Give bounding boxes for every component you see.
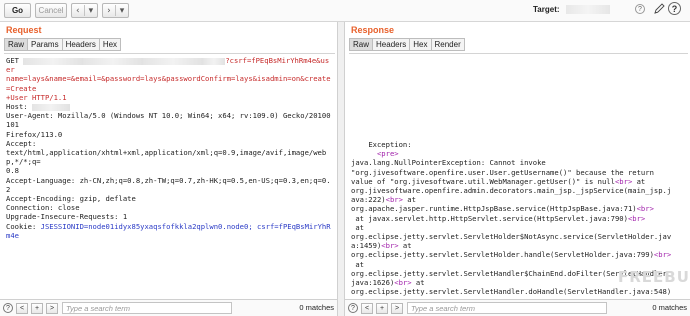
response-editor[interactable]: Exception: <pre> java.lang.NullPointerEx… (349, 53, 688, 298)
tab-hex[interactable]: Hex (410, 38, 432, 51)
response-tag: <br> (653, 250, 672, 260)
request-panel: Request Raw Params Headers Hex GET ?csrf… (0, 22, 338, 316)
response-line: at javax.servlet.http.HttpServlet.servic… (351, 213, 628, 223)
response-tag: <br> (381, 241, 399, 251)
response-tag: <br> (636, 204, 654, 214)
response-line: org.eclipse.jetty.servlet.ServletHandler… (351, 287, 672, 297)
response-search-input[interactable]: Type a search term (407, 302, 607, 314)
tab-render[interactable]: Render (431, 38, 465, 51)
upgrade-insecure-header: Upgrade-Insecure-Requests: 1 (6, 212, 128, 222)
tab-headers[interactable]: Headers (373, 38, 411, 51)
request-params: name=lays&name=&email=&password=lays&pas… (6, 74, 331, 93)
user-agent-header: User-Agent: Mozilla/5.0 (Windows NT 10.0… (6, 111, 331, 130)
response-line: org.apache.jasper.runtime.HttpJspBase.se… (351, 204, 637, 214)
request-line-method: GET (6, 56, 24, 65)
response-line: ava:222) (351, 195, 386, 205)
response-line: at (351, 259, 364, 269)
response-tag: <br> (614, 176, 633, 186)
back-arrow-icon[interactable]: ‹ (72, 6, 84, 16)
response-line: org.eclipse.jetty.servlet.ServletHolder$… (351, 232, 672, 242)
tab-params[interactable]: Params (28, 38, 63, 51)
response-line: org.eclipse.jetty.servlet.ServletHolder.… (351, 250, 654, 260)
response-line: org.jivesoftware.openfire.admin.decorato… (351, 186, 672, 196)
response-search-bar: ? < + > Type a search term 0 matches (345, 299, 690, 316)
response-line: Exception: (368, 140, 412, 149)
search-help-icon[interactable]: ? (3, 303, 13, 313)
response-tabs: Raw Headers Hex Render (349, 38, 465, 51)
tab-hex[interactable]: Hex (99, 38, 122, 51)
accept-encoding-header: Accept-Encoding: gzip, deflate (6, 194, 136, 204)
forward-nav-group[interactable]: › ▾ (102, 3, 130, 18)
response-tag: <pre> (376, 149, 399, 159)
search-prev-button[interactable]: < (16, 302, 28, 314)
response-line: at (411, 278, 425, 288)
response-match-count: 0 matches (652, 303, 687, 312)
request-search-input[interactable]: Type a search term (62, 302, 232, 314)
cookie-value: JSESSIONID=node01idyx85yxaqsfofkkla2qplw… (6, 221, 331, 240)
response-tag: <br> (385, 195, 403, 205)
tab-raw[interactable]: Raw (349, 38, 374, 51)
response-line (351, 140, 368, 149)
search-next-button[interactable]: > (391, 302, 403, 314)
search-add-button[interactable]: + (376, 302, 388, 314)
accept-language-header: Accept-Language: zh-CN,zh;q=0.8,zh-TW;q=… (6, 175, 331, 194)
response-line: at (351, 222, 364, 232)
cookie-header: Cookie: (6, 221, 41, 231)
search-next-button[interactable]: > (46, 302, 58, 314)
request-tabs: Raw Params Headers Hex (4, 38, 122, 51)
accept-value-cont: 0.8 (6, 166, 19, 176)
back-dropdown-icon[interactable]: ▾ (85, 6, 98, 16)
response-line: at (398, 241, 412, 251)
response-line (351, 149, 377, 158)
edit-target-icon[interactable] (654, 3, 665, 17)
response-tag: <br> (394, 278, 412, 288)
forward-dropdown-icon[interactable]: ▾ (116, 6, 129, 16)
request-params-tail: +User HTTP/1.1 (6, 92, 67, 102)
target-label: Target: (533, 5, 560, 14)
request-editor[interactable]: GET ?csrf=fPEqBsMirYhRm4e&user name=lays… (4, 53, 335, 298)
tab-headers[interactable]: Headers (62, 38, 100, 51)
redacted-path (83, 57, 144, 65)
response-title: Response (351, 25, 395, 35)
connection-header: Connection: close (6, 203, 80, 213)
redacted-path (23, 57, 84, 65)
request-match-count: 0 matches (299, 303, 334, 312)
response-line: at (632, 176, 646, 186)
accept-header: Accept: (6, 138, 37, 148)
go-button[interactable]: Go (4, 3, 31, 18)
response-line: a:1459) (351, 241, 382, 251)
search-help-icon[interactable]: ? (348, 303, 358, 313)
forward-arrow-icon[interactable]: › (103, 6, 115, 16)
target-host-redacted (566, 5, 610, 14)
watermark: FREEBUF (618, 268, 690, 286)
back-nav-group[interactable]: ‹ ▾ (71, 3, 99, 18)
redacted-host (31, 103, 70, 111)
response-line: "org.jivesoftware.openfire.user.User.get… (351, 167, 654, 177)
response-line: value of "org.jivesoftware.util.WebManag… (351, 176, 615, 186)
host-header: Host: (6, 102, 32, 112)
tab-raw[interactable]: Raw (4, 38, 29, 51)
request-title: Request (6, 25, 42, 35)
target-help-icon[interactable]: ? (635, 4, 645, 14)
response-line: java.lang.NullPointerException: Cannot i… (351, 158, 546, 168)
accept-value: text/html,application/xhtml+xml,applicat… (6, 148, 327, 167)
cancel-button[interactable]: Cancel (35, 3, 67, 18)
response-line: java:1626) (351, 278, 395, 288)
redacted-path (143, 57, 204, 65)
search-add-button[interactable]: + (31, 302, 43, 314)
response-line: at (402, 195, 416, 205)
response-tag: <br> (627, 213, 646, 223)
user-agent-cont: Firefox/113.0 (6, 129, 63, 139)
help-icon[interactable]: ? (668, 2, 681, 15)
redacted-path (203, 57, 226, 65)
search-prev-button[interactable]: < (361, 302, 373, 314)
request-search-bar: ? < + > Type a search term 0 matches (0, 299, 337, 316)
